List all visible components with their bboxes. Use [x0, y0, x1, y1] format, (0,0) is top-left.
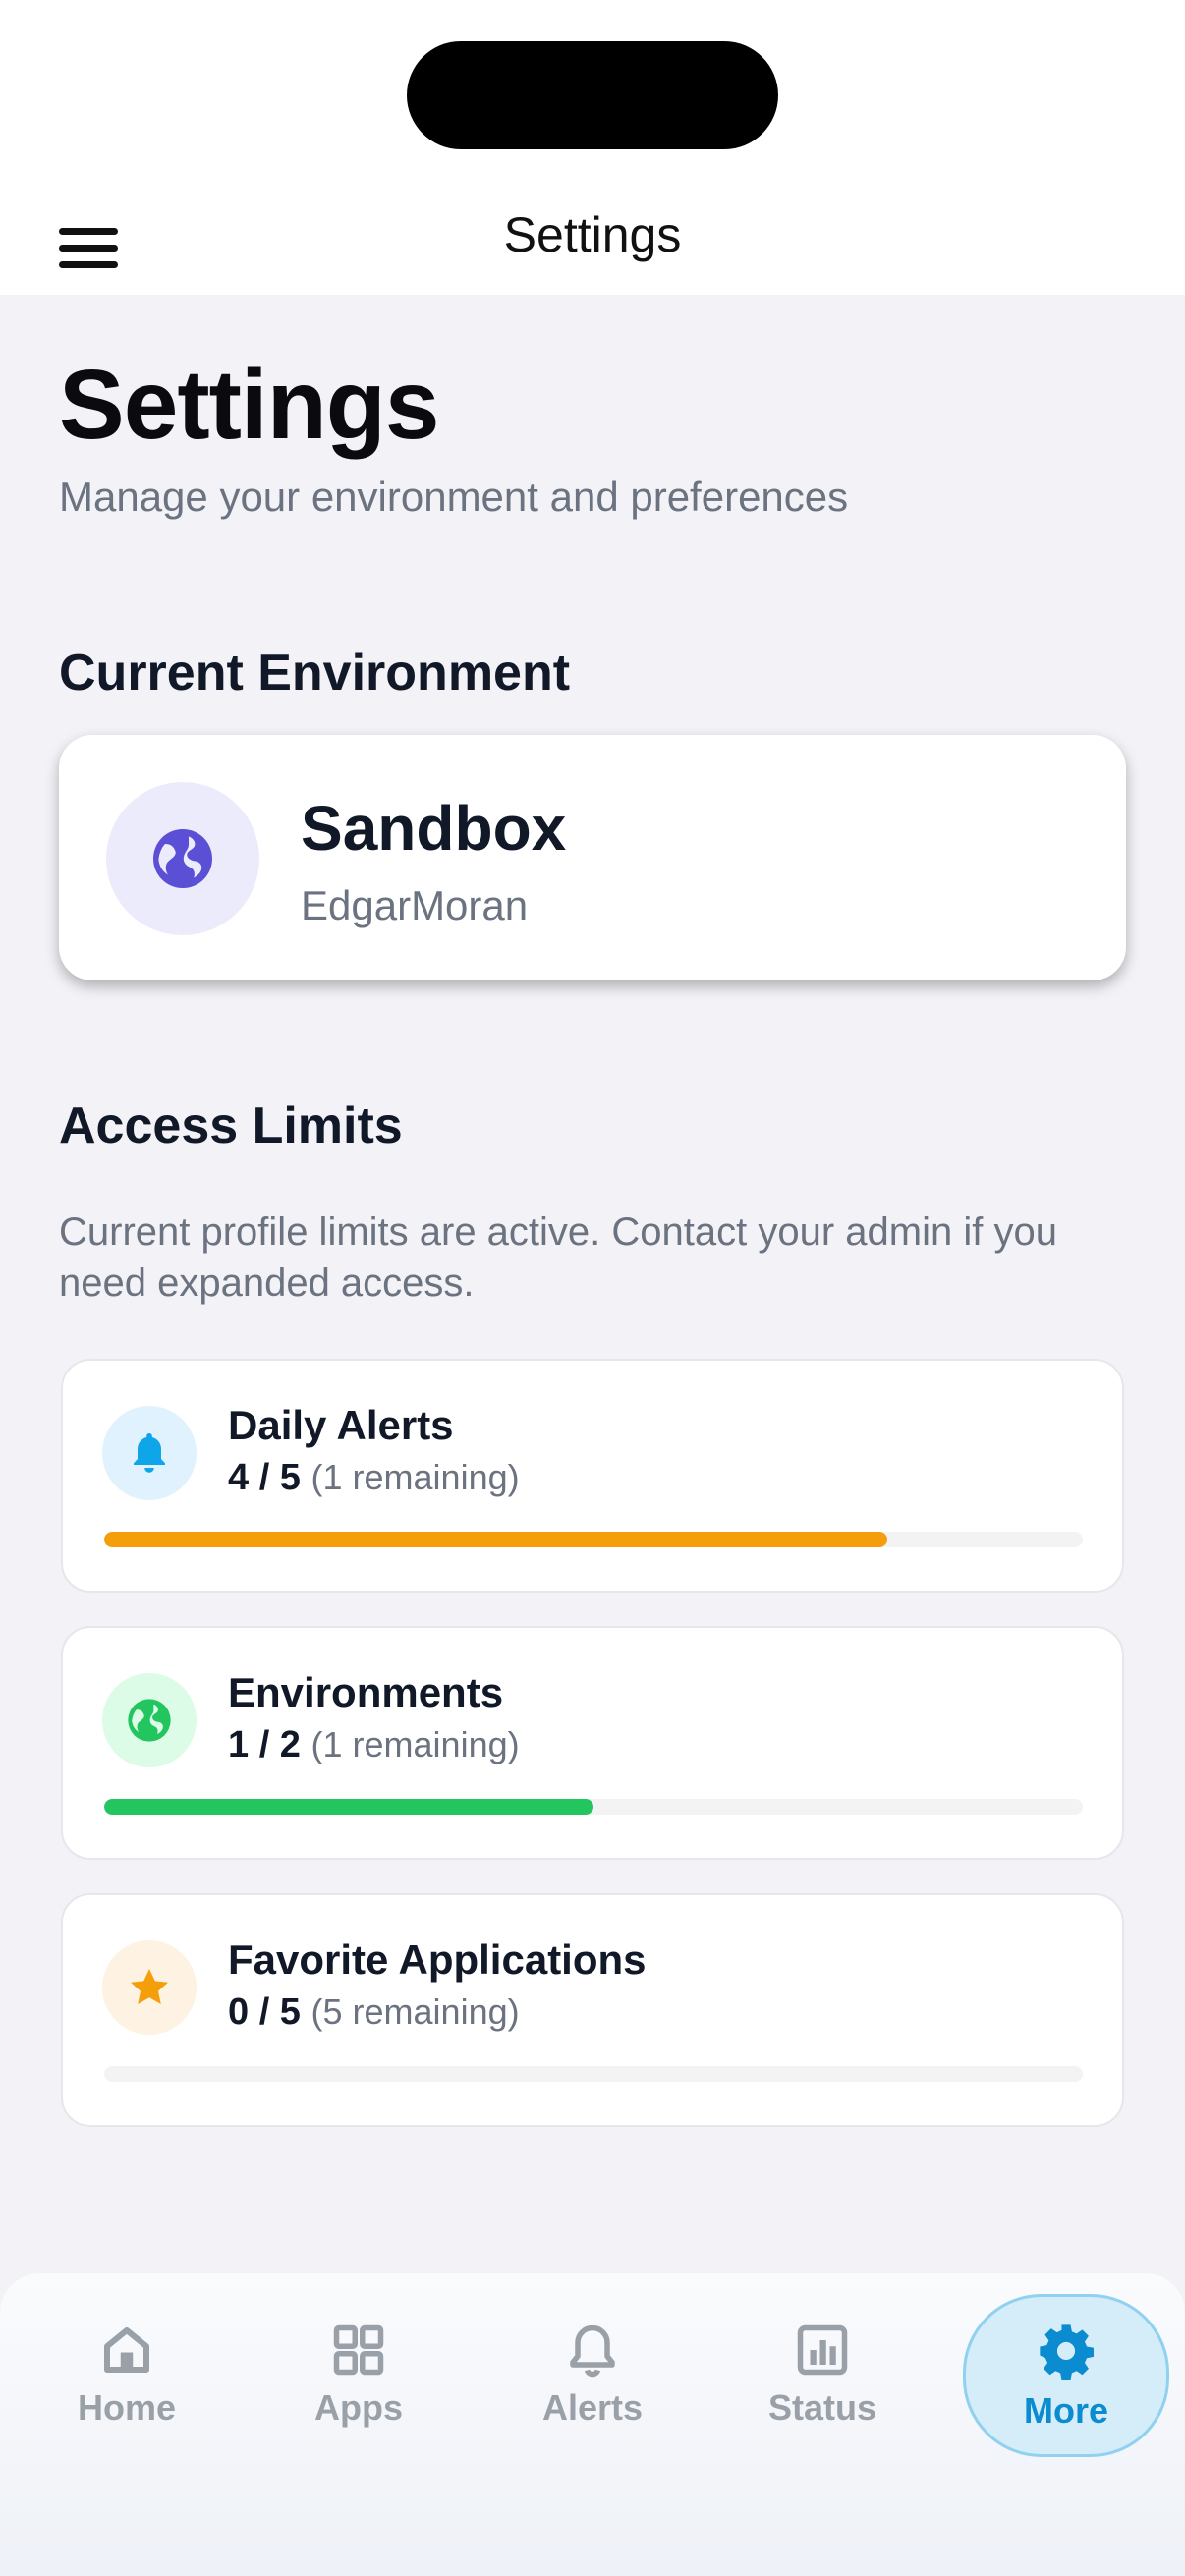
bell-icon — [570, 2324, 615, 2378]
tab-label: Apps — [314, 2387, 403, 2428]
home-icon — [104, 2327, 149, 2373]
bottom-tab-bar: Home Apps Alerts Status More — [0, 2273, 1185, 2576]
top-header: Settings — [0, 0, 1185, 295]
limit-progress-bar — [104, 2066, 1083, 2082]
limit-count: 1 / 2 (1 remaining) — [228, 1724, 520, 1765]
bar-chart-icon — [797, 2324, 848, 2376]
grid-icon — [333, 2324, 384, 2376]
tab-label: More — [1023, 2390, 1108, 2431]
tab-apps[interactable]: Apps — [255, 2293, 462, 2456]
tab-label: Status — [767, 2387, 877, 2428]
tab-more[interactable]: More — [963, 2294, 1169, 2457]
environment-user: EdgarMoran — [301, 882, 529, 928]
environment-card[interactable]: Sandbox EdgarMoran — [59, 735, 1126, 980]
current-environment-heading: Current Environment — [59, 644, 571, 701]
limit-label: Favorite Applications — [228, 1936, 647, 1983]
gear-icon — [1040, 2324, 1094, 2380]
header-title: Settings — [503, 207, 682, 262]
environment-name: Sandbox — [301, 793, 567, 864]
tab-home[interactable]: Home — [24, 2293, 230, 2456]
limit-count: 0 / 5 (5 remaining) — [228, 1991, 520, 2033]
star-icon — [131, 1969, 168, 2004]
bell-icon — [134, 1433, 165, 1473]
access-limits-description: Current profile limits are active. Conta… — [59, 1210, 1057, 1305]
page-subtitle: Manage your environment and preferences — [59, 474, 849, 520]
limit-label: Daily Alerts — [228, 1402, 454, 1448]
limit-label: Environments — [228, 1669, 504, 1715]
limit-card-environments: Environments 1 / 2 (1 remaining) — [61, 1626, 1124, 1860]
environment-icon-wrap — [106, 782, 259, 935]
tab-alerts[interactable]: Alerts — [489, 2293, 696, 2456]
access-limits-heading: Access Limits — [59, 1097, 403, 1154]
dynamic-island — [407, 41, 778, 149]
limit-progress-fill — [104, 1799, 593, 1815]
tab-label: Alerts — [541, 2387, 644, 2428]
limit-progress-fill — [104, 1532, 887, 1547]
limit-progress-bar — [104, 1799, 1083, 1815]
globe-icon — [128, 1699, 171, 1742]
page-title: Settings — [59, 350, 439, 460]
globe-icon — [153, 829, 212, 888]
tab-label: Home — [77, 2387, 177, 2428]
limit-count: 4 / 5 (1 remaining) — [228, 1457, 520, 1498]
limit-progress-bar — [104, 1532, 1083, 1547]
limit-card-favorite-applications: Favorite Applications 0 / 5 (5 remaining… — [61, 1893, 1124, 2127]
tab-status[interactable]: Status — [719, 2293, 926, 2456]
limit-card-daily-alerts: Daily Alerts 4 / 5 (1 remaining) — [61, 1359, 1124, 1593]
